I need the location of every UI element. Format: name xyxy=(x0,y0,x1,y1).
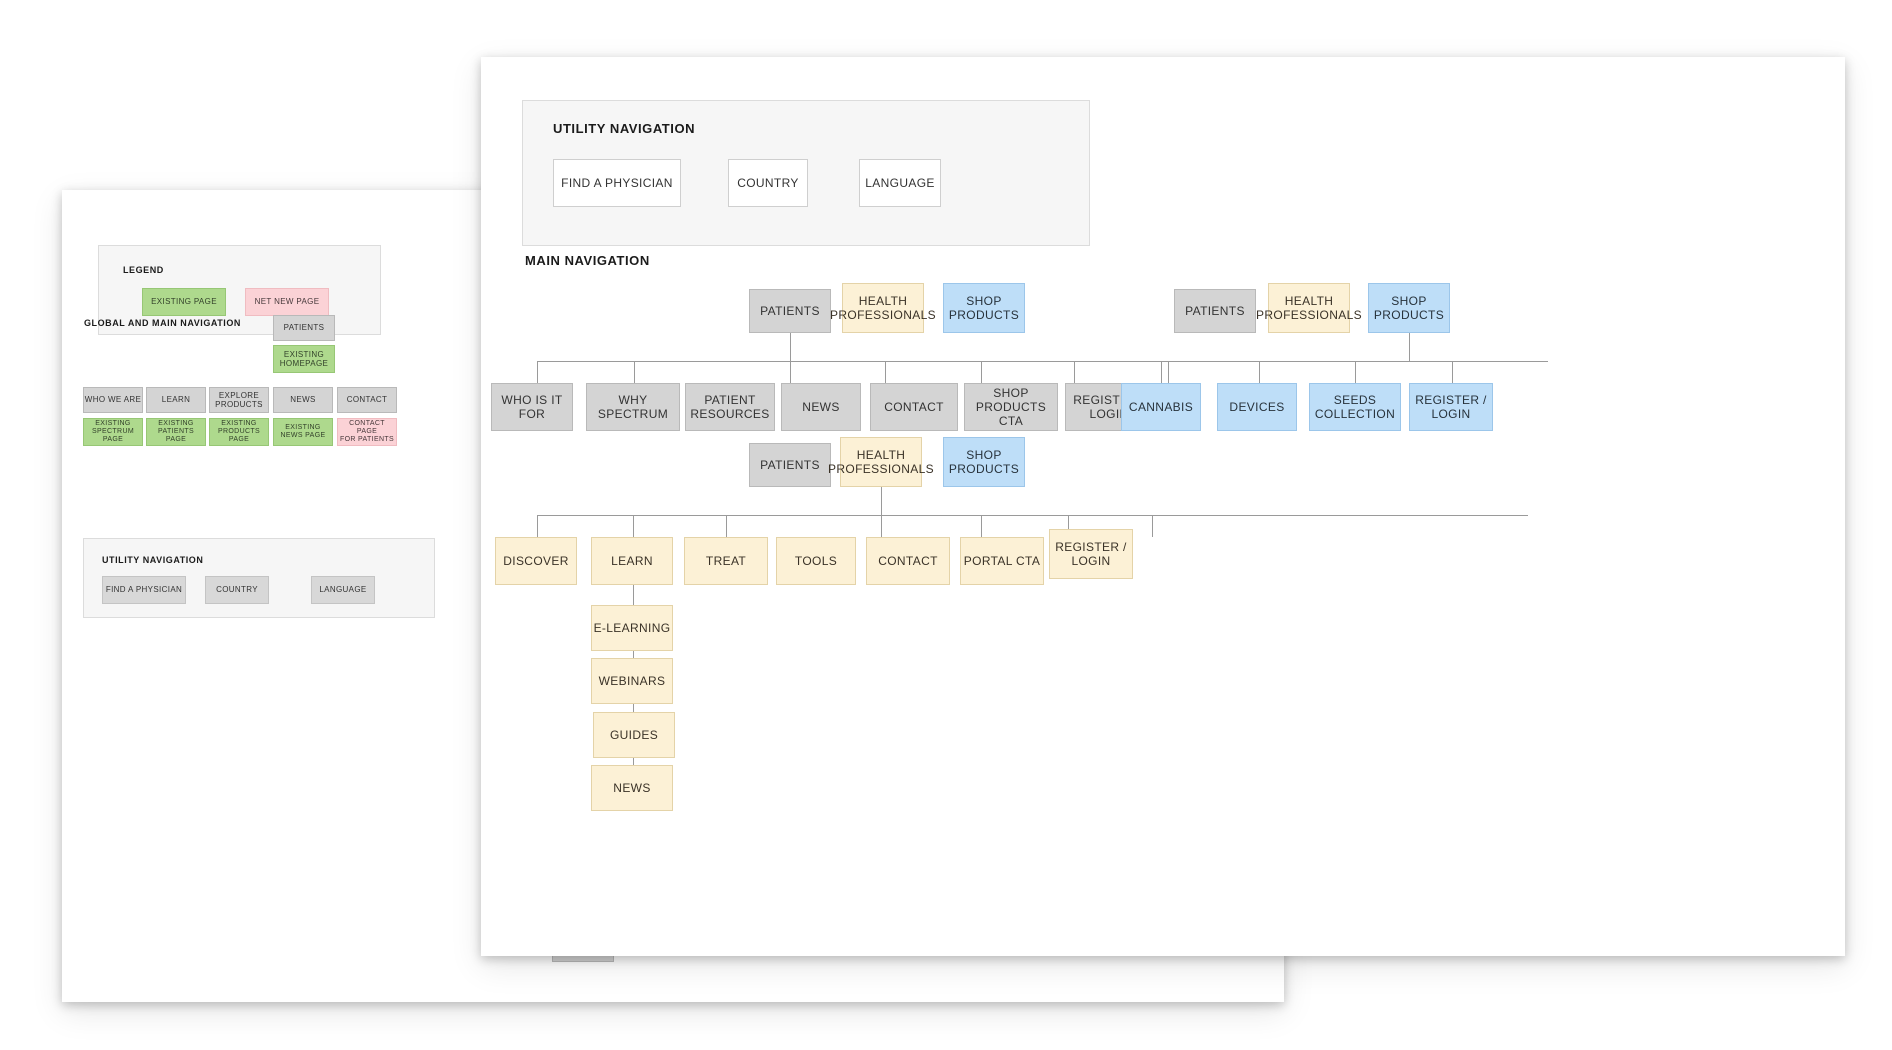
back-utility-button-country[interactable]: COUNTRY xyxy=(205,576,269,604)
g3-drop-1 xyxy=(537,515,538,537)
g3-node-register-login[interactable]: REGISTER / LOGIN xyxy=(1049,529,1133,579)
back-utility-button-language[interactable]: LANGUAGE xyxy=(311,576,375,604)
g1-drop-6 xyxy=(1074,361,1075,383)
back-node-who-we-are[interactable]: WHO WE ARE xyxy=(83,387,143,413)
legend-swatch-net-new-page: NET NEW PAGE xyxy=(245,288,329,316)
g3-drop-4 xyxy=(881,515,882,537)
back-node-existing-products-page[interactable]: EXISTING PRODUCTS PAGE xyxy=(209,418,269,446)
global-main-navigation-title: GLOBAL AND MAIN NAVIGATION xyxy=(84,318,241,328)
g3-node-news[interactable]: NEWS xyxy=(591,765,673,811)
g3-node-guides[interactable]: GUIDES xyxy=(593,712,675,758)
g3-tab-patients[interactable]: PATIENTS xyxy=(749,443,831,487)
g1-drop-5 xyxy=(981,361,982,383)
back-utility-navigation-title: UTILITY NAVIGATION xyxy=(102,555,204,565)
g3-node-e-learning[interactable]: E-LEARNING xyxy=(591,605,673,651)
g1-connector-stem xyxy=(790,333,791,361)
g3-node-tools[interactable]: TOOLS xyxy=(776,537,856,585)
front-utility-button-country[interactable]: COUNTRY xyxy=(728,159,808,207)
g3-node-learn[interactable]: LEARN xyxy=(591,537,673,585)
back-node-contact[interactable]: CONTACT xyxy=(337,387,397,413)
g3-drop-3 xyxy=(726,515,727,537)
g2-node-cannabis[interactable]: CANNABIS xyxy=(1121,383,1201,431)
g3-node-discover[interactable]: DISCOVER xyxy=(495,537,577,585)
g3-learn-link-1 xyxy=(633,585,634,605)
back-node-contact-page-for-patients[interactable]: CONTACT PAGE FOR PATIENTS xyxy=(337,418,397,446)
g3-connector-bus xyxy=(537,515,1528,516)
back-node-news[interactable]: NEWS xyxy=(273,387,333,413)
g1-node-shop-products-cta[interactable]: SHOP PRODUCTS CTA xyxy=(964,383,1058,431)
legend-title: LEGEND xyxy=(123,265,164,275)
back-utility-navigation-panel: UTILITY NAVIGATION FIND A PHYSICIAN COUN… xyxy=(83,538,435,618)
g3-connector-stem xyxy=(881,487,882,515)
g2-node-seeds-collection[interactable]: SEEDS COLLECTION xyxy=(1309,383,1401,431)
back-node-existing-homepage[interactable]: EXISTING HOMEPAGE xyxy=(273,345,335,373)
g1-drop-2 xyxy=(634,361,635,383)
g1-drop-3 xyxy=(790,361,791,383)
back-node-existing-patients-page[interactable]: EXISTING PATIENTS PAGE xyxy=(146,418,206,446)
g2-drop-2 xyxy=(1259,361,1260,383)
g3-tab-shop-products[interactable]: SHOP PRODUCTS xyxy=(943,437,1025,487)
back-node-learn[interactable]: LEARN xyxy=(146,387,206,413)
g2-node-register-login[interactable]: REGISTER / LOGIN xyxy=(1409,383,1493,431)
g2-connector-bus xyxy=(1161,361,1453,362)
legend-swatch-existing-page: EXISTING PAGE xyxy=(142,288,226,316)
g3-drop-7 xyxy=(1152,515,1153,537)
back-node-existing-news-page[interactable]: EXISTING NEWS PAGE xyxy=(273,418,333,446)
g3-node-contact[interactable]: CONTACT xyxy=(866,537,950,585)
diagram-canvas: LEGEND EXISTING PAGE NET NEW PAGE GLOBAL… xyxy=(0,0,1892,1050)
g1-tab-patients[interactable]: PATIENTS xyxy=(749,289,831,333)
g3-drop-5 xyxy=(981,515,982,537)
g1-node-why-spectrum[interactable]: WHY SPECTRUM xyxy=(586,383,680,431)
g2-node-devices[interactable]: DEVICES xyxy=(1217,383,1297,431)
back-utility-button-find-a-physician[interactable]: FIND A PHYSICIAN xyxy=(102,576,186,604)
g3-node-webinars[interactable]: WEBINARS xyxy=(591,658,673,704)
back-node-explore-products[interactable]: EXPLORE PRODUCTS xyxy=(209,387,269,413)
g1-node-who-is-it-for[interactable]: WHO IS IT FOR xyxy=(491,383,573,431)
g1-drop-7 xyxy=(1168,361,1169,383)
g1-tab-shop-products[interactable]: SHOP PRODUCTS xyxy=(943,283,1025,333)
g3-drop-2 xyxy=(633,515,634,537)
back-node-patients[interactable]: PATIENTS xyxy=(273,315,335,341)
foreground-sitemap-card[interactable]: UTILITY NAVIGATION FIND A PHYSICIAN COUN… xyxy=(481,57,1845,956)
front-utility-button-language[interactable]: LANGUAGE xyxy=(859,159,941,207)
front-utility-navigation-title: UTILITY NAVIGATION xyxy=(553,121,696,136)
g3-node-treat[interactable]: TREAT xyxy=(684,537,768,585)
g1-drop-1 xyxy=(537,361,538,383)
g2-tab-health-professionals[interactable]: HEALTH PROFESSIONALS xyxy=(1256,283,1362,333)
g3-tab-health-professionals[interactable]: HEALTH PROFESSIONALS xyxy=(828,437,934,487)
back-node-existing-spectrum-page[interactable]: EXISTING SPECTRUM PAGE xyxy=(83,418,143,446)
g1-tab-health-professionals[interactable]: HEALTH PROFESSIONALS xyxy=(830,283,936,333)
g1-node-contact[interactable]: CONTACT xyxy=(870,383,958,431)
g2-drop-1 xyxy=(1161,361,1162,383)
front-utility-button-find-a-physician[interactable]: FIND A PHYSICIAN xyxy=(553,159,681,207)
g3-node-portal-cta[interactable]: PORTAL CTA xyxy=(960,537,1044,585)
g2-tab-patients[interactable]: PATIENTS xyxy=(1174,289,1256,333)
g1-node-patient-resources[interactable]: PATIENT RESOURCES xyxy=(685,383,775,431)
g1-drop-4 xyxy=(885,361,886,383)
g2-drop-4 xyxy=(1452,361,1453,383)
g2-connector-stem xyxy=(1409,333,1410,361)
g2-drop-3 xyxy=(1355,361,1356,383)
g2-tab-shop-products[interactable]: SHOP PRODUCTS xyxy=(1368,283,1450,333)
main-navigation-title: MAIN NAVIGATION xyxy=(525,253,650,268)
g1-node-news[interactable]: NEWS xyxy=(781,383,861,431)
front-utility-navigation-panel: UTILITY NAVIGATION FIND A PHYSICIAN COUN… xyxy=(522,100,1090,246)
